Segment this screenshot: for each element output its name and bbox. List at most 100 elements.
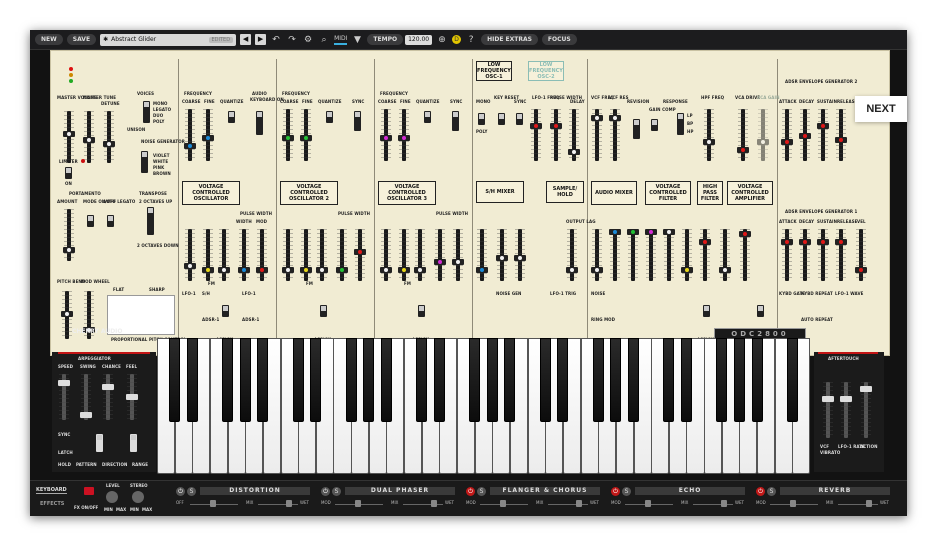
fx-left-slider[interactable]	[500, 500, 506, 507]
master-volume-slider[interactable]	[63, 111, 75, 163]
vco3-quantize-switch[interactable]	[424, 111, 431, 123]
mix-vco1-slider[interactable]	[609, 229, 621, 281]
arp-speed-slider[interactable]	[58, 374, 70, 420]
aftertouch-vibrato-slider[interactable]	[840, 382, 852, 438]
detune-slider[interactable]	[103, 111, 115, 163]
undo-icon[interactable]: ↶	[270, 34, 282, 46]
vco3-fm1-slider[interactable]	[380, 229, 392, 281]
lfo-key-reset-switch[interactable]	[498, 113, 505, 125]
vca-gain-slider[interactable]	[757, 109, 769, 161]
black-key[interactable]	[751, 338, 763, 422]
vcf-assign-switch[interactable]	[703, 305, 710, 317]
fx-mix-slider[interactable]	[431, 500, 437, 507]
revision-switch[interactable]	[633, 119, 640, 139]
black-key[interactable]	[486, 338, 498, 422]
arrow-right-icon[interactable]: ▶	[255, 34, 267, 45]
limiter-switch[interactable]	[65, 167, 72, 179]
output-lag-slider[interactable]	[566, 229, 578, 281]
lfo-sync-switch[interactable]	[516, 113, 523, 125]
gain-comp-switch[interactable]	[651, 119, 658, 131]
vco3-fine-slider[interactable]	[398, 109, 410, 161]
arp-range-switch[interactable]	[130, 434, 137, 452]
keyboard-tab[interactable]: KEYBOARD	[36, 487, 67, 494]
vcf-mod1-slider[interactable]	[663, 229, 675, 281]
lfo-mono-switch[interactable]	[478, 113, 485, 125]
fx-power-button[interactable]	[84, 487, 94, 495]
arp-pattern-switch[interactable]	[96, 434, 103, 452]
black-key[interactable]	[363, 338, 375, 422]
black-key[interactable]	[733, 338, 745, 422]
env1-sustain-slider[interactable]	[817, 229, 829, 281]
vca-mod1-slider[interactable]	[719, 229, 731, 281]
env1-vel-slider[interactable]	[855, 229, 867, 281]
env2-release-slider[interactable]	[835, 109, 847, 161]
save-button[interactable]: SAVE	[66, 34, 97, 45]
aftertouch-action-slider[interactable]	[860, 382, 872, 438]
black-key[interactable]	[663, 338, 675, 422]
fx-solo-icon[interactable]: S	[622, 487, 631, 496]
vco1-quantize-switch[interactable]	[228, 111, 235, 123]
d-badge[interactable]: D	[452, 35, 462, 44]
vco3-fm2-slider[interactable]	[398, 229, 410, 281]
env2-sustain-slider[interactable]	[817, 109, 829, 161]
fx-power-icon[interactable]: ⏻	[756, 487, 765, 496]
arp-chance-slider[interactable]	[102, 374, 114, 420]
vco2-pw-width-slider[interactable]	[336, 229, 348, 281]
fx-solo-icon[interactable]: S	[767, 487, 776, 496]
lfo-delay-slider[interactable]	[568, 109, 580, 161]
hpf-freq-slider[interactable]	[703, 109, 715, 161]
black-key[interactable]	[292, 338, 304, 422]
sh-mix1-slider[interactable]	[476, 229, 488, 281]
noise-type-switch[interactable]	[141, 151, 148, 173]
vca-assign-switch[interactable]	[757, 305, 764, 317]
black-key[interactable]	[680, 338, 692, 422]
tempo-value[interactable]: 120.00	[405, 34, 433, 45]
vco2-fm3-slider[interactable]	[316, 229, 328, 281]
vco1-fm3-slider[interactable]	[218, 229, 230, 281]
vco2-fm1-slider[interactable]	[282, 229, 294, 281]
vco3-assign-switch[interactable]	[418, 305, 425, 317]
black-key[interactable]	[504, 338, 516, 422]
black-key[interactable]	[186, 338, 198, 422]
mix-vco3-slider[interactable]	[645, 229, 657, 281]
env1-decay-slider[interactable]	[799, 229, 811, 281]
auto-legato-switch[interactable]	[107, 215, 114, 227]
black-key[interactable]	[222, 338, 234, 422]
black-key[interactable]	[239, 338, 251, 422]
black-key[interactable]	[786, 338, 798, 422]
vco3-fm3-slider[interactable]	[414, 229, 426, 281]
effects-tab[interactable]: EFFECTS	[40, 501, 64, 507]
fx-power-icon[interactable]: ⏻	[466, 487, 475, 496]
midi-button[interactable]: MIDI	[334, 34, 348, 45]
black-key[interactable]	[628, 338, 639, 422]
pin-icon[interactable]: ✱	[103, 36, 108, 43]
vco2-fine-slider[interactable]	[300, 109, 312, 161]
black-key[interactable]	[257, 338, 269, 422]
env1-release-slider[interactable]	[835, 229, 847, 281]
black-key[interactable]	[310, 338, 322, 422]
black-key[interactable]	[557, 338, 569, 422]
fx-level-knob[interactable]	[106, 491, 118, 503]
pitch-bend-slider[interactable]	[61, 291, 73, 339]
black-key[interactable]	[416, 338, 428, 422]
response-switch[interactable]	[677, 113, 684, 135]
portamento-amount-slider[interactable]	[63, 209, 75, 261]
portamento-mode-switch[interactable]	[87, 215, 94, 227]
mix-noise-slider[interactable]	[591, 229, 603, 281]
aftertouch-vcf-slider[interactable]	[822, 382, 834, 438]
fx-power-icon[interactable]: ⏻	[321, 487, 330, 496]
sh-mix3-slider[interactable]	[514, 229, 526, 281]
gear-icon[interactable]: ⚙	[302, 34, 314, 46]
vco1-pw-mod-slider[interactable]	[256, 229, 268, 281]
vco2-quantize-switch[interactable]	[326, 111, 333, 123]
fx-solo-icon[interactable]: S	[332, 487, 341, 496]
transpose-switch[interactable]	[147, 207, 154, 235]
preset-selector[interactable]: ✱ Abstract Glider EDITED	[100, 33, 237, 46]
tempo-control[interactable]: TEMPO 120.00	[367, 34, 433, 45]
vco1-fm2-slider[interactable]	[202, 229, 214, 281]
vco2-sync-switch[interactable]	[354, 111, 361, 131]
fx-power-icon[interactable]: ⏻	[176, 487, 185, 496]
black-key[interactable]	[539, 338, 551, 422]
vco1-fm1-slider[interactable]	[184, 229, 196, 281]
vco1-keyboard-switch[interactable]	[256, 111, 263, 135]
